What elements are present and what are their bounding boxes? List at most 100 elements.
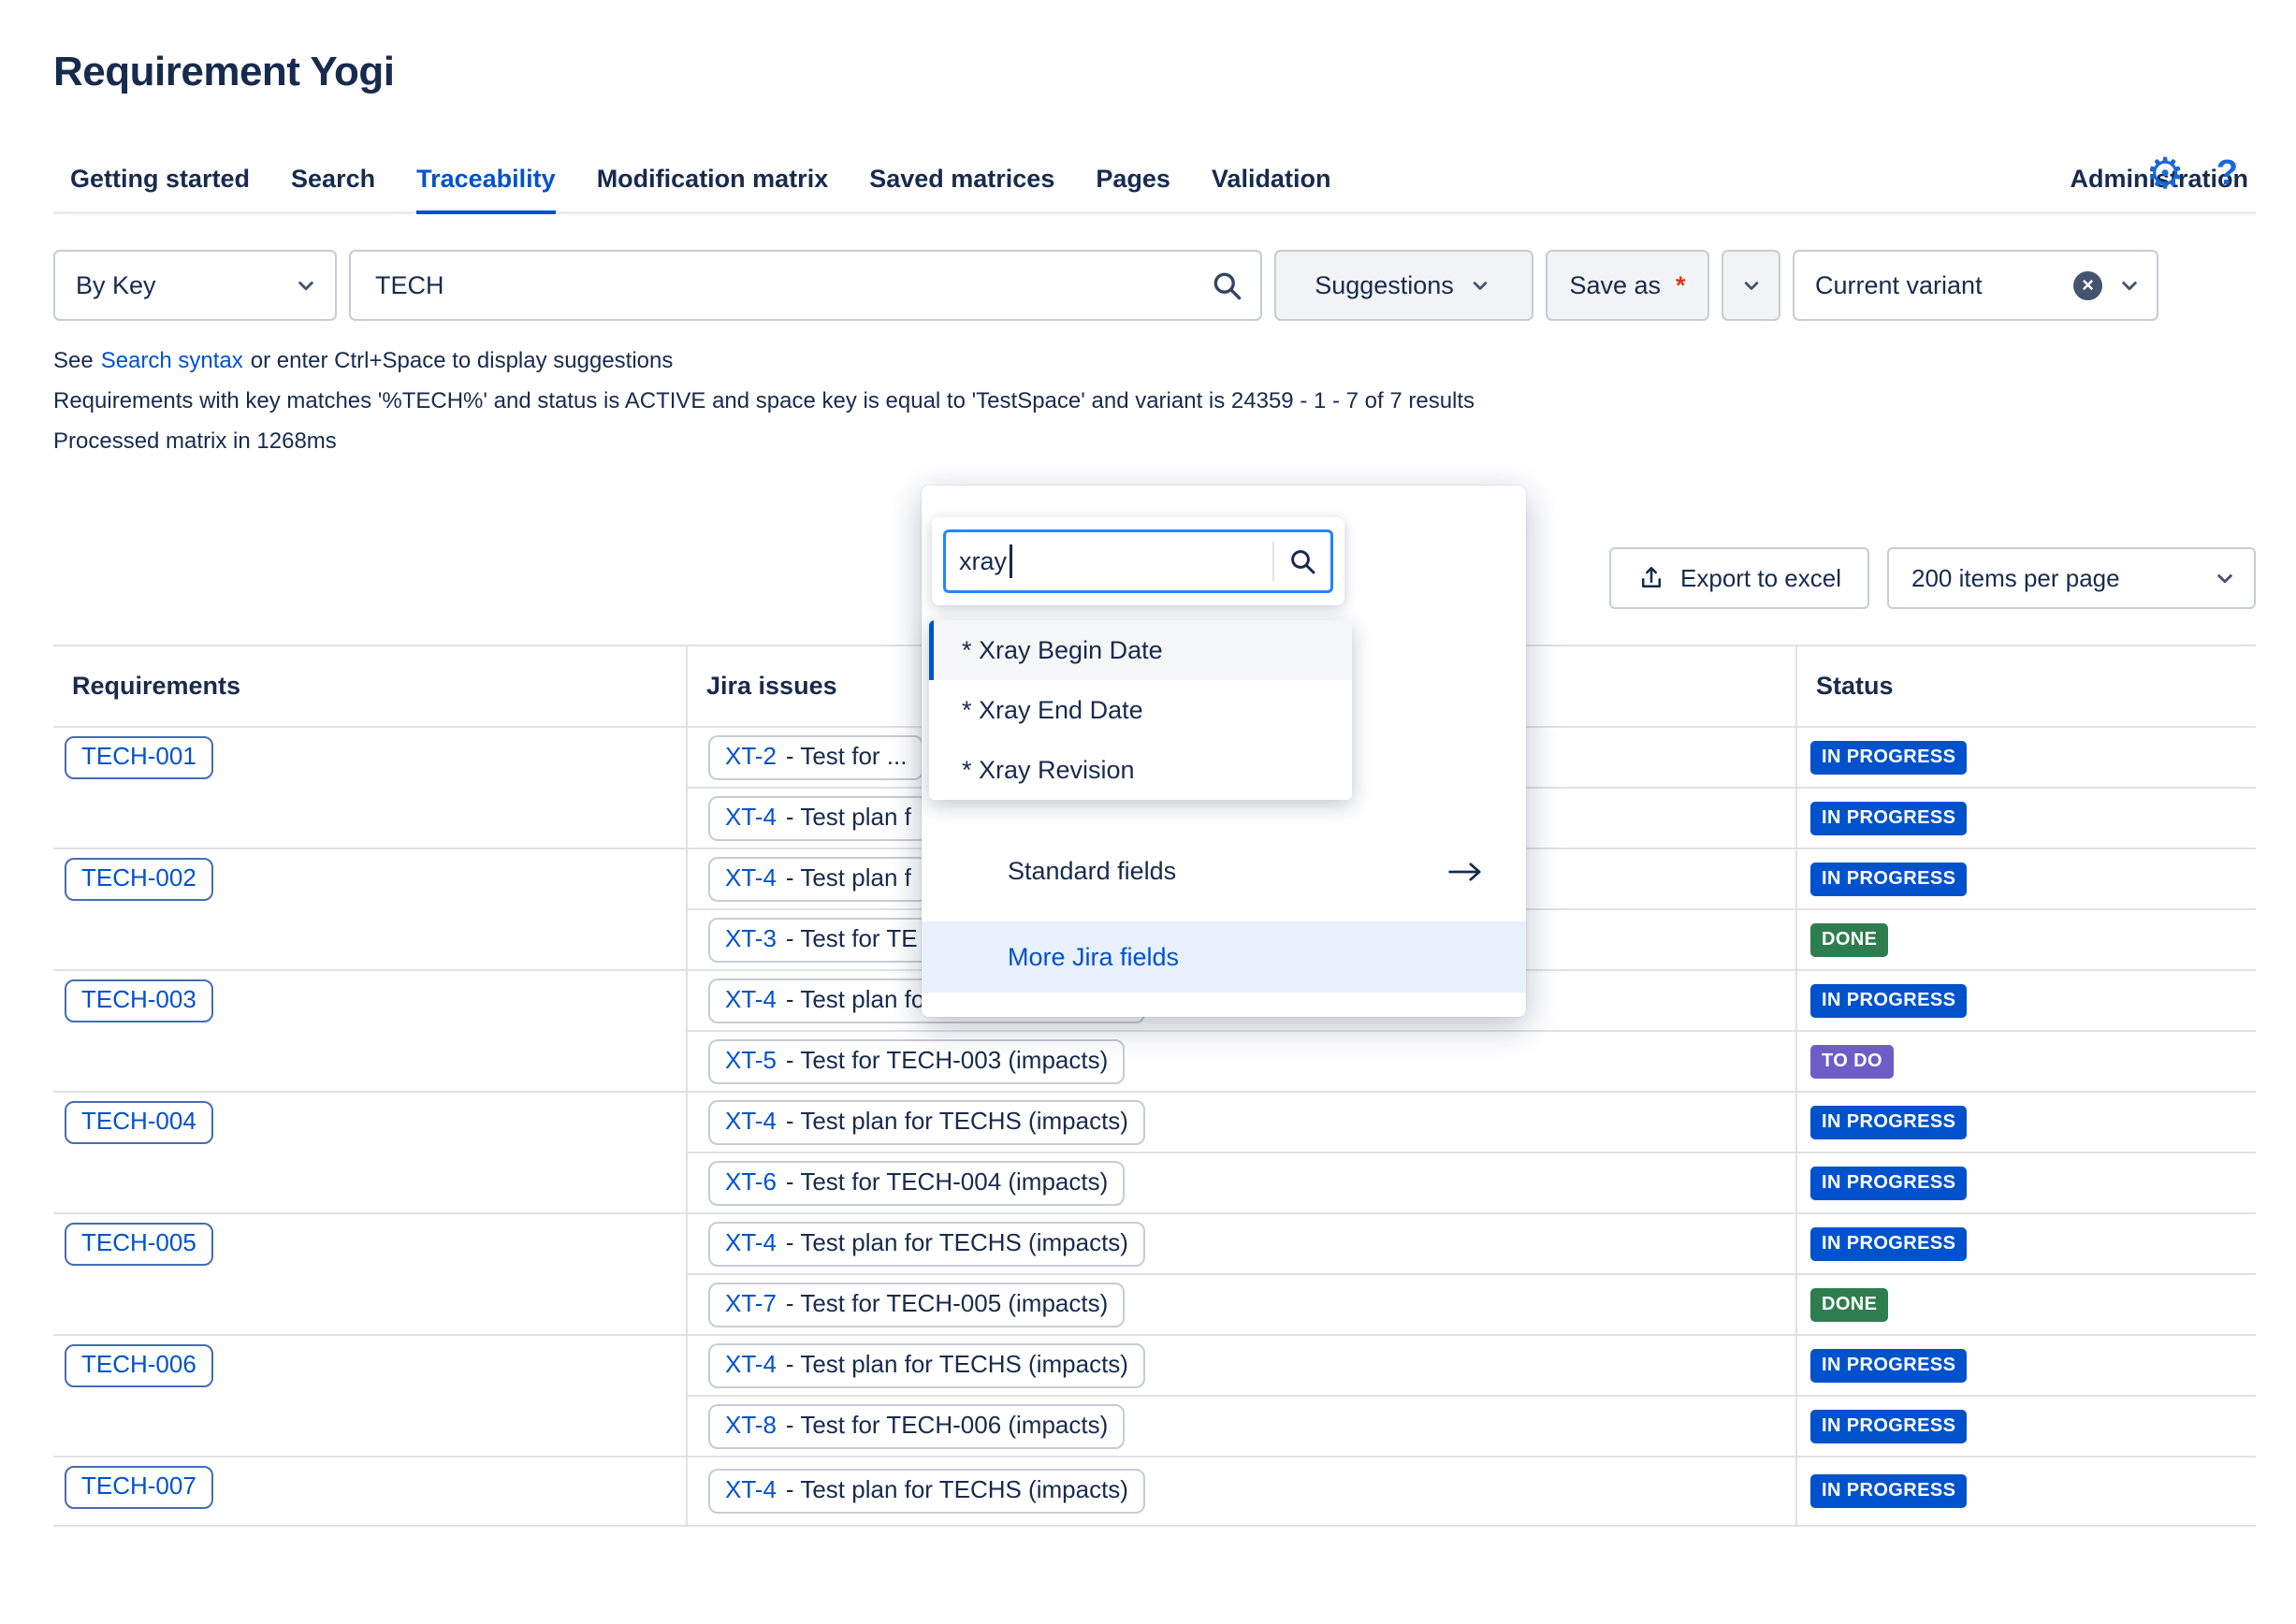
jira-issue-key[interactable]: XT-7 bbox=[725, 1289, 777, 1318]
status-badge: IN PROGRESS bbox=[1810, 1226, 1968, 1261]
jira-issue-key[interactable]: XT-4 bbox=[725, 803, 777, 832]
search-icon[interactable] bbox=[1287, 546, 1317, 576]
save-as-button[interactable]: Save as * bbox=[1546, 250, 1709, 321]
tab-traceability[interactable]: Traceability bbox=[416, 150, 556, 214]
required-marker: * bbox=[1676, 270, 1686, 299]
jira-issue-cell: XT-4 - Test plan for TECHS (impacts) bbox=[686, 1456, 1796, 1527]
jira-issue-summary: - Test plan for TECHS (impacts) bbox=[785, 1475, 1128, 1503]
tab-modification-matrix[interactable]: Modification matrix bbox=[597, 150, 829, 214]
standard-fields-label: Standard fields bbox=[1008, 857, 1177, 885]
jira-issue-key[interactable]: XT-3 bbox=[725, 924, 777, 953]
popup-search-card: xray bbox=[932, 517, 1344, 605]
jira-issue-chip[interactable]: XT-2 - Test for ... bbox=[708, 734, 924, 780]
popup-result-item[interactable]: * Xray Revision bbox=[929, 740, 1352, 800]
jira-issue-key[interactable]: XT-5 bbox=[725, 1046, 777, 1075]
gear-icon[interactable]: ⚙ bbox=[2146, 152, 2185, 195]
popup-result-item[interactable]: * Xray End Date bbox=[929, 680, 1352, 740]
tab-saved-matrices[interactable]: Saved matrices bbox=[869, 150, 1054, 214]
jira-issue-key[interactable]: XT-4 bbox=[725, 1228, 777, 1257]
jira-issue-key[interactable]: XT-4 bbox=[725, 1475, 777, 1504]
requirement-chip[interactable]: TECH-003 bbox=[65, 979, 213, 1022]
jira-issue-chip[interactable]: XT-4 - Test plan f bbox=[708, 856, 928, 902]
search-input[interactable] bbox=[373, 269, 1210, 301]
jira-issue-key[interactable]: XT-4 bbox=[725, 863, 777, 892]
jira-issue-summary: - Test for TECH-004 (impacts) bbox=[785, 1167, 1109, 1196]
variant-select[interactable]: Current variant × bbox=[1793, 250, 2158, 321]
requirement-chip[interactable]: TECH-005 bbox=[65, 1223, 213, 1266]
chevron-down-icon bbox=[2217, 574, 2232, 584]
tab-pages[interactable]: Pages bbox=[1096, 150, 1170, 214]
status-cell: IN PROGRESS bbox=[1795, 1212, 2256, 1274]
table-header-requirements: Requirements bbox=[53, 645, 687, 728]
status-badge: IN PROGRESS bbox=[1810, 983, 1968, 1018]
more-jira-fields-link[interactable]: More Jira fields bbox=[922, 921, 1526, 993]
page-size-select[interactable]: 200 items per page bbox=[1887, 547, 2256, 609]
requirement-cell: TECH-001 bbox=[53, 726, 687, 848]
status-cell: DONE bbox=[1795, 908, 2256, 970]
clear-variant-icon[interactable]: × bbox=[2073, 270, 2102, 300]
popup-search-input[interactable]: xray bbox=[943, 529, 1333, 593]
search-box bbox=[349, 250, 1262, 321]
status-cell: TO DO bbox=[1795, 1030, 2256, 1092]
jira-issue-key[interactable]: XT-4 bbox=[725, 1107, 777, 1136]
tab-getting-started[interactable]: Getting started bbox=[70, 150, 250, 214]
jira-issue-summary: - Test for TECH-005 (impacts) bbox=[785, 1288, 1109, 1317]
jira-issue-chip[interactable]: XT-5 - Test for TECH-003 (impacts) bbox=[708, 1038, 1126, 1084]
requirement-chip[interactable]: TECH-004 bbox=[65, 1101, 213, 1144]
export-to-excel-button[interactable]: Export to excel bbox=[1609, 547, 1869, 609]
requirement-chip[interactable]: TECH-007 bbox=[65, 1466, 213, 1509]
jira-issue-key[interactable]: XT-2 bbox=[725, 742, 777, 771]
header-icons: ⚙ ? bbox=[2146, 152, 2238, 195]
standard-fields-item[interactable]: Standard fields bbox=[922, 839, 1526, 904]
requirement-chip[interactable]: TECH-002 bbox=[65, 858, 213, 901]
jira-issue-chip[interactable]: XT-8 - Test for TECH-006 (impacts) bbox=[708, 1403, 1126, 1449]
jira-issue-chip[interactable]: XT-4 - Test plan for TECHS (impacts) bbox=[708, 1099, 1145, 1145]
status-badge: IN PROGRESS bbox=[1810, 1348, 1968, 1383]
jira-issue-summary: - Test for TECH-003 (impacts) bbox=[785, 1045, 1109, 1074]
jira-issue-chip[interactable]: XT-4 - Test plan f bbox=[708, 795, 928, 841]
jira-issue-cell: XT-6 - Test for TECH-004 (impacts) bbox=[686, 1152, 1796, 1213]
table-row: TECH-004 XT-4 - Test plan for TECHS (impac… bbox=[53, 1091, 2256, 1213]
jira-issue-chip[interactable]: XT-6 - Test for TECH-004 (impacts) bbox=[708, 1160, 1126, 1206]
search-mode-select[interactable]: By Key bbox=[53, 250, 337, 321]
jira-issue-chip[interactable]: XT-7 - Test for TECH-005 (impacts) bbox=[708, 1282, 1126, 1327]
jira-issue-chip[interactable]: XT-4 - Test plan for TECHS (impacts) bbox=[708, 1221, 1145, 1267]
requirement-cell: TECH-005 bbox=[53, 1212, 687, 1335]
page-size-label: 200 items per page bbox=[1911, 563, 2120, 592]
chevron-down-icon bbox=[1744, 282, 1758, 290]
tab-validation[interactable]: Validation bbox=[1212, 150, 1331, 214]
status-badge: DONE bbox=[1810, 1287, 1889, 1322]
status-cell: DONE bbox=[1795, 1273, 2256, 1335]
chevron-down-icon bbox=[1473, 282, 1488, 290]
processed-time: Processed matrix in 1268ms bbox=[53, 428, 337, 454]
jira-issue-cell: XT-4 - Test plan for TECHS (impacts) bbox=[686, 1091, 1796, 1153]
jira-issue-chip[interactable]: XT-3 - Test for TE bbox=[708, 917, 935, 963]
requirement-chip[interactable]: TECH-006 bbox=[65, 1344, 213, 1387]
jira-issue-cell: XT-4 - Test plan for TECHS (impacts) bbox=[686, 1212, 1796, 1274]
jira-issue-cell: XT-5 - Test for TECH-003 (impacts) bbox=[686, 1030, 1796, 1092]
suggestions-label: Suggestions bbox=[1315, 270, 1454, 299]
jira-issue-cell: XT-4 - Test plan for TECHS (impacts) bbox=[686, 1334, 1796, 1396]
hint-prefix: See bbox=[53, 348, 94, 373]
export-icon bbox=[1642, 567, 1662, 587]
hint-suffix: or enter Ctrl+Space to display suggestio… bbox=[250, 348, 674, 373]
search-hint: See Search syntax or enter Ctrl+Space to d… bbox=[53, 347, 2256, 375]
search-syntax-link[interactable]: Search syntax bbox=[101, 348, 243, 373]
suggestions-button[interactable]: Suggestions bbox=[1274, 250, 1533, 321]
jira-issue-key[interactable]: XT-4 bbox=[725, 1350, 777, 1379]
jira-issue-key[interactable]: XT-6 bbox=[725, 1167, 777, 1196]
jira-issue-summary: - Test for TECH-006 (impacts) bbox=[785, 1410, 1109, 1439]
save-as-split-button[interactable] bbox=[1722, 250, 1780, 321]
save-as-label: Save as bbox=[1569, 270, 1662, 299]
status-badge: DONE bbox=[1810, 922, 1889, 957]
jira-issue-key[interactable]: XT-4 bbox=[725, 985, 777, 1014]
jira-issue-key[interactable]: XT-8 bbox=[725, 1411, 777, 1440]
jira-issue-chip[interactable]: XT-4 - Test plan for TECHS (impacts) bbox=[708, 1469, 1145, 1514]
tab-search[interactable]: Search bbox=[291, 150, 375, 214]
status-cell: IN PROGRESS bbox=[1795, 848, 2256, 909]
popup-result-item[interactable]: * Xray Begin Date bbox=[929, 620, 1352, 680]
requirement-chip[interactable]: TECH-001 bbox=[65, 736, 213, 779]
help-icon[interactable]: ? bbox=[2216, 153, 2238, 194]
search-icon[interactable] bbox=[1210, 268, 1243, 302]
jira-issue-chip[interactable]: XT-4 - Test plan for TECHS (impacts) bbox=[708, 1342, 1145, 1388]
